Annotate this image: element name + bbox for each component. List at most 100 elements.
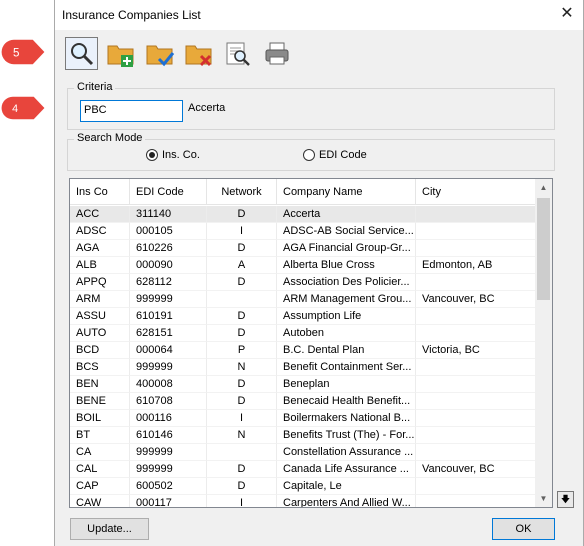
cell-city: Vancouver, BC bbox=[416, 291, 537, 308]
cell-city bbox=[416, 359, 537, 376]
window-title: Insurance Companies List bbox=[62, 8, 201, 22]
cell-ins-co: BCS bbox=[70, 359, 130, 376]
cell-network bbox=[207, 291, 277, 308]
table-row[interactable]: BOIL 000116 I Boilermakers National B... bbox=[70, 410, 537, 427]
insurance-companies-dialog: Insurance Companies List ✕ Criteria PBC … bbox=[54, 0, 584, 546]
table-row[interactable]: BEN 400008 D Beneplan bbox=[70, 376, 537, 393]
column-header-company-name[interactable]: Company Name bbox=[277, 179, 416, 205]
delete-company-button[interactable] bbox=[182, 37, 215, 70]
cell-edi-code: 400008 bbox=[130, 376, 207, 393]
update-button[interactable]: Update... bbox=[70, 518, 149, 540]
cell-network: A bbox=[207, 257, 277, 274]
cell-city bbox=[416, 274, 537, 291]
companies-table: Ins Co EDI Code Network Company Name Cit… bbox=[69, 178, 553, 508]
cell-company-name: ARM Management Grou... bbox=[277, 291, 416, 308]
ok-button[interactable]: OK bbox=[492, 518, 555, 540]
magnifier-icon bbox=[70, 42, 93, 65]
cell-city: Edmonton, AB bbox=[416, 257, 537, 274]
cell-ins-co: AUTO bbox=[70, 325, 130, 342]
cell-city bbox=[416, 478, 537, 495]
criteria-label: Criteria bbox=[74, 81, 116, 93]
cell-city bbox=[416, 308, 537, 325]
table-row[interactable]: ADSC 000105 I ADSC-AB Social Service... bbox=[70, 223, 537, 240]
column-header-city[interactable]: City bbox=[416, 179, 537, 205]
printer-icon bbox=[265, 42, 288, 64]
cell-edi-code: 999999 bbox=[130, 291, 207, 308]
cell-network: D bbox=[207, 325, 277, 342]
print-button[interactable] bbox=[260, 37, 293, 70]
table-row[interactable]: CAP 600502 D Capitale, Le bbox=[70, 478, 537, 495]
table-row[interactable]: CAW 000117 I Carpenters And Allied W... bbox=[70, 495, 537, 507]
edit-company-button[interactable] bbox=[143, 37, 176, 70]
preview-button[interactable] bbox=[221, 37, 254, 70]
column-header-ins-co[interactable]: Ins Co bbox=[70, 179, 130, 205]
scroll-up-icon[interactable]: ▲ bbox=[535, 179, 552, 196]
radio-edi-code-dot[interactable] bbox=[303, 149, 315, 161]
cell-ins-co: CAL bbox=[70, 461, 130, 478]
table-row[interactable]: AGA 610226 D AGA Financial Group-Gr... bbox=[70, 240, 537, 257]
cell-network: I bbox=[207, 410, 277, 427]
table-row[interactable]: BT 610146 N Benefits Trust (The) - For... bbox=[70, 427, 537, 444]
cell-edi-code: 610191 bbox=[130, 308, 207, 325]
cell-company-name: Beneplan bbox=[277, 376, 416, 393]
cell-edi-code: 610226 bbox=[130, 240, 207, 257]
radio-ins-co-dot[interactable] bbox=[146, 149, 158, 161]
cell-city bbox=[416, 206, 537, 223]
cell-city bbox=[416, 495, 537, 507]
cell-edi-code: 610146 bbox=[130, 427, 207, 444]
cell-edi-code: 999999 bbox=[130, 461, 207, 478]
cell-edi-code: 000117 bbox=[130, 495, 207, 507]
table-row[interactable]: CAL 999999 D Canada Life Assurance ... Vanco… bbox=[70, 461, 537, 478]
table-row[interactable]: BENE 610708 D Benecaid Health Benefit... bbox=[70, 393, 537, 410]
cell-network: D bbox=[207, 240, 277, 257]
title-bar: Insurance Companies List ✕ bbox=[55, 0, 583, 30]
table-row[interactable]: ACC 311140 D Accerta bbox=[70, 206, 537, 223]
cell-ins-co: CAW bbox=[70, 495, 130, 507]
cell-city bbox=[416, 410, 537, 427]
folder-delete-icon bbox=[185, 45, 211, 66]
cell-company-name: Carpenters And Allied W... bbox=[277, 495, 416, 507]
table-row[interactable]: APPQ 628112 D Association Des Policier... bbox=[70, 274, 537, 291]
scroll-to-bottom-button[interactable]: 🡇 bbox=[557, 491, 574, 508]
vertical-scrollbar[interactable]: ▲ ▼ bbox=[535, 179, 552, 507]
column-header-network[interactable]: Network bbox=[207, 179, 277, 205]
step-5-badge: 5 bbox=[1, 39, 45, 65]
cell-company-name: Boilermakers National B... bbox=[277, 410, 416, 427]
table-row[interactable]: CA 999999 Constellation Assurance ... bbox=[70, 444, 537, 461]
close-icon[interactable]: ✕ bbox=[557, 4, 577, 24]
cell-company-name: Association Des Policier... bbox=[277, 274, 416, 291]
search-button[interactable] bbox=[65, 37, 98, 70]
scroll-thumb[interactable] bbox=[537, 198, 550, 300]
cell-edi-code: 628151 bbox=[130, 325, 207, 342]
cell-ins-co: ALB bbox=[70, 257, 130, 274]
cell-ins-co: CAP bbox=[70, 478, 130, 495]
table-row[interactable]: BCS 999999 N Benefit Containment Ser... bbox=[70, 359, 537, 376]
scroll-down-icon[interactable]: ▼ bbox=[535, 490, 552, 507]
column-header-edi-code[interactable]: EDI Code bbox=[130, 179, 207, 205]
cell-company-name: Constellation Assurance ... bbox=[277, 444, 416, 461]
cell-edi-code: 628112 bbox=[130, 274, 207, 291]
criteria-match-text: Accerta bbox=[188, 102, 226, 114]
cell-edi-code: 999999 bbox=[130, 444, 207, 461]
add-company-button[interactable] bbox=[104, 37, 137, 70]
radio-edi-code[interactable]: EDI Code bbox=[303, 149, 367, 161]
table-row[interactable]: ARM 999999 ARM Management Grou... Vancouver… bbox=[70, 291, 537, 308]
step-4-badge: 4 bbox=[1, 96, 45, 120]
table-row[interactable]: BCD 000064 P B.C. Dental Plan Victoria, BC bbox=[70, 342, 537, 359]
cell-company-name: Alberta Blue Cross bbox=[277, 257, 416, 274]
cell-edi-code: 000064 bbox=[130, 342, 207, 359]
cell-ins-co: ACC bbox=[70, 206, 130, 223]
cell-network: I bbox=[207, 495, 277, 507]
cell-company-name: Canada Life Assurance ... bbox=[277, 461, 416, 478]
table-row[interactable]: ASSU 610191 D Assumption Life bbox=[70, 308, 537, 325]
cell-network: D bbox=[207, 393, 277, 410]
cell-ins-co: ARM bbox=[70, 291, 130, 308]
cell-edi-code: 600502 bbox=[130, 478, 207, 495]
cell-company-name: Assumption Life bbox=[277, 308, 416, 325]
table-row[interactable]: ALB 000090 A Alberta Blue Cross Edmonton, AB bbox=[70, 257, 537, 274]
table-header: Ins Co EDI Code Network Company Name Cit… bbox=[70, 179, 537, 205]
criteria-input[interactable]: PBC bbox=[80, 100, 183, 122]
radio-ins-co[interactable]: Ins. Co. bbox=[146, 149, 200, 161]
cell-ins-co: BEN bbox=[70, 376, 130, 393]
table-row[interactable]: AUTO 628151 D Autoben bbox=[70, 325, 537, 342]
